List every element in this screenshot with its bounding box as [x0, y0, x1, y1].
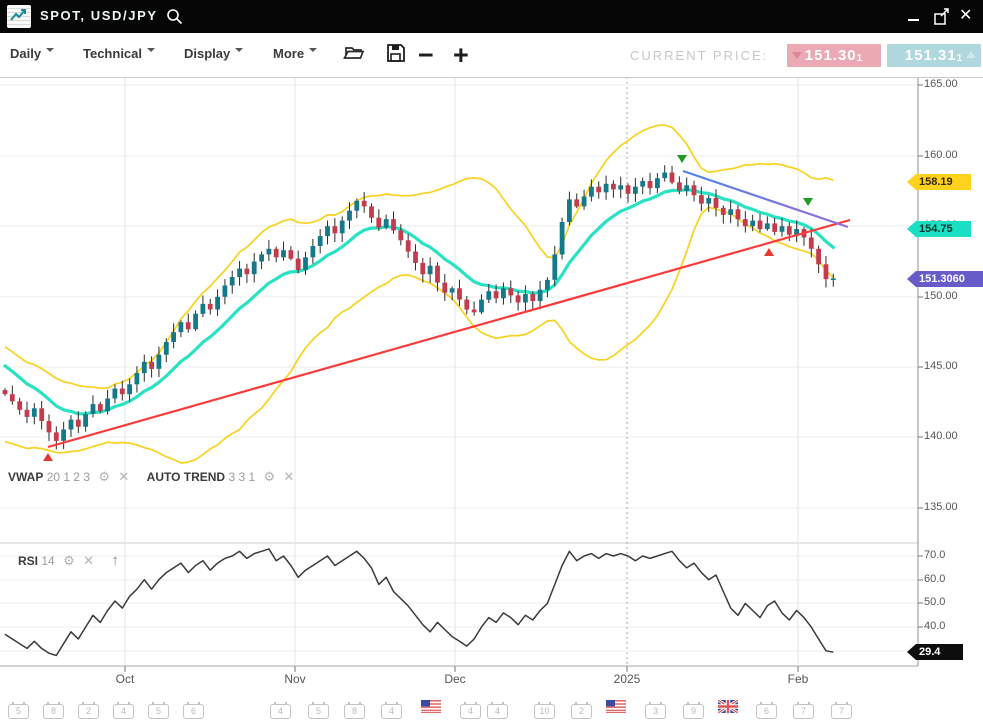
calendar-event-icon[interactable]: 8 — [43, 701, 64, 719]
rsi-params: 14 — [41, 554, 54, 568]
price-tick-label: 140.00 — [924, 430, 958, 442]
gear-icon[interactable]: ⚙ — [98, 469, 110, 484]
minimize-button[interactable] — [908, 19, 919, 21]
calendar-event-icon[interactable]: 6 — [756, 701, 777, 719]
calendar-event-icon[interactable]: 4 — [460, 701, 481, 719]
chart-app-icon — [7, 5, 31, 28]
month-label: Feb — [788, 672, 809, 686]
price-tick-label: 150.00 — [924, 290, 958, 302]
bid-price-badge: 151.301 — [787, 44, 881, 67]
chevron-down-icon — [46, 48, 54, 56]
calendar-event-icon[interactable]: 10 — [534, 701, 555, 719]
us-flag-icon[interactable] — [606, 700, 626, 718]
close-icon[interactable]: ✕ — [284, 469, 295, 484]
calendar-event-icon[interactable]: 6 — [183, 701, 204, 719]
vwap-name: VWAP — [8, 470, 43, 484]
calendar-event-icon[interactable]: 4 — [381, 701, 402, 719]
price-tick-label: 165.00 — [924, 78, 958, 90]
toolbar: Daily Technical Display More − + CURRENT… — [0, 33, 983, 78]
rsi-name: RSI — [18, 554, 38, 568]
chevron-down-icon — [147, 48, 155, 56]
current-price-label: CURRENT PRICE: — [630, 48, 768, 63]
month-label: Dec — [444, 672, 465, 686]
calendar-event-icon[interactable]: 9 — [683, 701, 704, 719]
arrow-down-icon — [792, 52, 802, 64]
auto-trend-params: 3 3 1 — [228, 470, 255, 484]
menu-timeframe[interactable]: Daily — [10, 46, 54, 61]
calendar-event-icon[interactable]: 4 — [270, 701, 291, 719]
calendar-event-icon[interactable]: 5 — [8, 701, 29, 719]
price-badge: 151.3060 — [907, 271, 983, 287]
popout-button[interactable] — [933, 7, 953, 32]
calendar-event-icon[interactable]: 4 — [113, 701, 134, 719]
rsi-value-badge: 29.4 — [907, 644, 963, 660]
close-button[interactable]: ✕ — [959, 7, 972, 25]
close-icon[interactable]: ✕ — [118, 469, 129, 484]
zoom-out-button[interactable]: − — [418, 35, 434, 75]
price-tick-label: 145.00 — [924, 360, 958, 372]
close-icon[interactable]: ✕ — [83, 553, 94, 568]
vwap-indicator-label: VWAP 20 1 2 3 ⚙ ✕ AUTO TREND 3 3 1 ⚙ ✕ — [8, 469, 294, 485]
ask-price-badge: 151.311 — [887, 44, 981, 67]
open-folder-icon[interactable] — [343, 43, 365, 68]
uk-flag-icon[interactable] — [718, 700, 738, 718]
price-tick-label: 160.00 — [924, 149, 958, 161]
chart-canvas[interactable] — [0, 0, 983, 726]
menu-more[interactable]: More — [273, 46, 317, 61]
calendar-event-icon[interactable]: 2 — [571, 701, 592, 719]
price-badge: 154.75 — [907, 221, 971, 237]
title-bar: SPOT, USD/JPY ✕ — [0, 0, 983, 33]
price-tick-label: 135.00 — [924, 501, 958, 513]
calendar-event-icon[interactable]: 8 — [344, 701, 365, 719]
chevron-down-icon — [309, 48, 317, 56]
arrow-up-icon — [966, 46, 976, 58]
calendar-event-icon[interactable]: 5 — [308, 701, 329, 719]
us-flag-icon[interactable] — [421, 700, 441, 718]
zoom-in-button[interactable]: + — [453, 35, 469, 75]
expand-pane-arrow-icon[interactable]: ↑ — [111, 552, 119, 569]
menu-technical[interactable]: Technical — [83, 46, 155, 61]
save-icon[interactable] — [386, 43, 406, 68]
calendar-event-icon[interactable]: 3 — [645, 701, 666, 719]
gear-icon[interactable]: ⚙ — [63, 553, 75, 568]
price-badge: 158.19 — [907, 174, 971, 190]
calendar-event-icon[interactable]: 4 — [487, 701, 508, 719]
symbol-title: SPOT, USD/JPY — [40, 8, 158, 23]
chevron-down-icon — [235, 48, 243, 56]
month-label: 2025 — [614, 672, 641, 686]
calendar-event-icon[interactable]: 7 — [831, 701, 852, 719]
gear-icon[interactable]: ⚙ — [264, 469, 276, 484]
month-label: Oct — [116, 672, 135, 686]
rsi-tick-label: 50.0 — [924, 596, 945, 608]
search-icon[interactable] — [166, 8, 184, 31]
vwap-params: 20 1 2 3 — [47, 470, 90, 484]
calendar-event-icon[interactable]: 2 — [78, 701, 99, 719]
calendar-event-icon[interactable]: 5 — [148, 701, 169, 719]
calendar-event-icon[interactable]: 7 — [793, 701, 814, 719]
month-label: Nov — [284, 672, 305, 686]
rsi-tick-label: 70.0 — [924, 549, 945, 561]
rsi-tick-label: 40.0 — [924, 620, 945, 632]
rsi-tick-label: 60.0 — [924, 573, 945, 585]
auto-trend-name: AUTO TREND — [147, 470, 225, 484]
rsi-indicator-label: RSI 14 ⚙ ✕ ↑ — [18, 552, 119, 569]
menu-display[interactable]: Display — [184, 46, 243, 61]
